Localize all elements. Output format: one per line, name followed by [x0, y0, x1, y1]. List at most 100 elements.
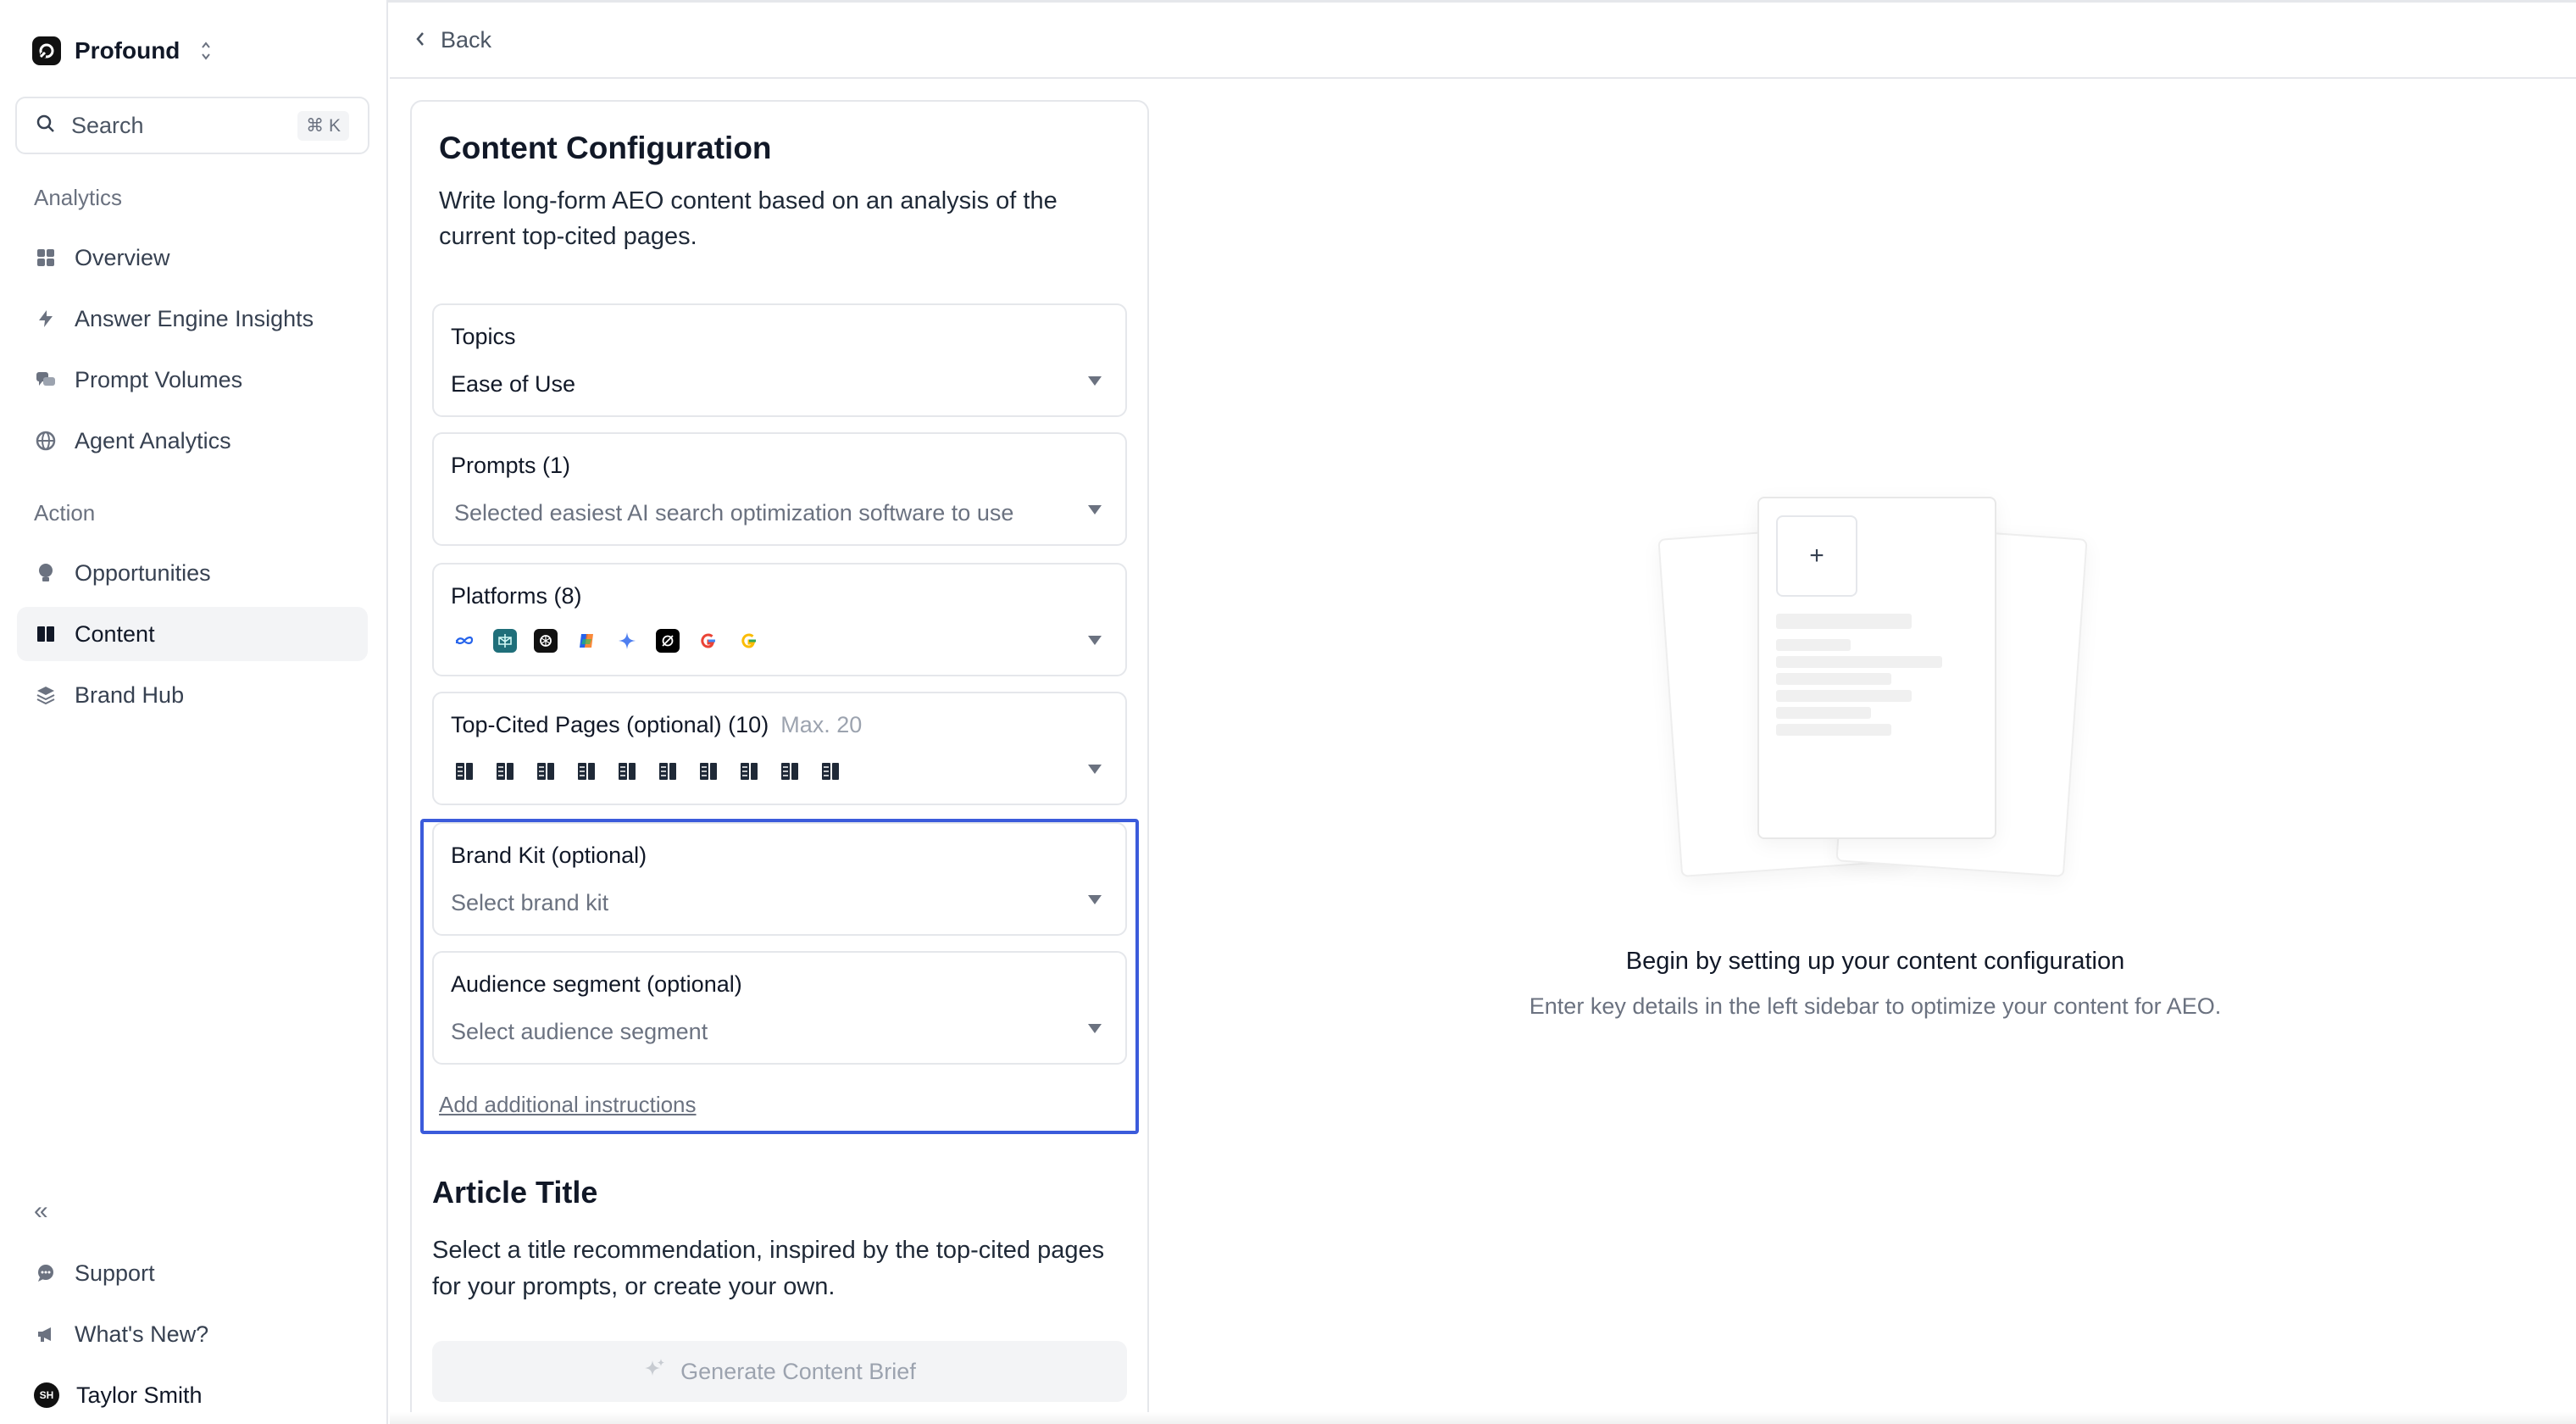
user-name: Taylor Smith — [76, 1382, 203, 1408]
prompts-value: Selected easiest AI search optimization … — [454, 500, 1014, 526]
max-hint: Max. 20 — [780, 712, 863, 737]
web-page-icon — [452, 759, 476, 783]
placeholder-line — [1776, 614, 1912, 629]
audience-segment-placeholder: Select audience segment — [451, 1019, 708, 1044]
globe-icon — [34, 429, 58, 453]
placeholder-line — [1776, 690, 1912, 702]
add-instructions-link[interactable]: Add additional instructions — [439, 1092, 697, 1118]
caret-down-icon — [1088, 505, 1102, 515]
placeholder-line — [1776, 656, 1942, 668]
content-configuration-panel: Content Configuration Write long-form AE… — [410, 100, 1149, 1424]
web-page-icon — [615, 759, 639, 783]
platforms-label: Platforms (8) — [451, 583, 582, 609]
placeholder-line — [1776, 724, 1891, 736]
paper-front: + — [1757, 497, 1996, 839]
book-icon — [34, 622, 58, 646]
google-ai-mode-icon — [737, 629, 761, 653]
nav-label: Answer Engine Insights — [75, 305, 314, 331]
back-label: Back — [441, 26, 492, 53]
caret-down-icon — [1088, 895, 1102, 904]
page-icons — [452, 759, 842, 783]
nav-label: Opportunities — [75, 559, 211, 586]
web-page-icon — [737, 759, 761, 783]
section-action: Action — [34, 500, 96, 526]
plus-icon: + — [1776, 515, 1857, 597]
workspace-name: Profound — [75, 37, 180, 64]
topics-select[interactable]: Topics Ease of Use — [432, 303, 1127, 417]
search-icon — [36, 114, 56, 138]
nav-item-overview[interactable]: Overview — [17, 231, 368, 285]
perplexity-icon — [493, 629, 517, 653]
caret-down-icon — [1088, 1024, 1102, 1033]
search-shortcut: ⌘ K — [297, 110, 349, 141]
megaphone-icon — [34, 1322, 58, 1346]
platforms-select[interactable]: Platforms (8) — [432, 563, 1127, 676]
section-analytics: Analytics — [34, 185, 123, 210]
nav-item-agent-analytics[interactable]: Agent Analytics — [17, 414, 368, 468]
sidebar: Profound Search ⌘ K Analytics Overview A… — [0, 0, 388, 1424]
top-bar: Back — [390, 3, 2576, 79]
empty-state-illustration: + — [1657, 497, 2088, 877]
nav-label: Prompt Volumes — [75, 366, 243, 392]
placeholder-line — [1776, 639, 1851, 651]
panel-title: Content Configuration — [439, 131, 772, 165]
user-menu[interactable]: SH Taylor Smith — [17, 1368, 368, 1422]
nav-item-opportunities[interactable]: Opportunities — [17, 546, 368, 600]
profound-logo-icon — [32, 36, 61, 65]
avatar: SH — [34, 1382, 59, 1408]
collapse-sidebar-icon[interactable]: « — [34, 1197, 48, 1226]
prompts-label: Prompts (1) — [451, 453, 571, 478]
brand-kit-select[interactable]: Brand Kit (optional) Select brand kit — [432, 822, 1127, 936]
audience-segment-label: Audience segment (optional) — [451, 971, 742, 997]
copilot-icon — [575, 629, 598, 653]
pages-label-text: Top-Cited Pages (optional) (10) — [451, 712, 769, 737]
web-page-icon — [656, 759, 680, 783]
workspace-switcher[interactable]: Profound — [32, 32, 212, 70]
empty-state-title: Begin by setting up your content configu… — [1625, 948, 2125, 975]
chevron-up-down-icon — [200, 40, 212, 62]
nav-item-support[interactable]: Support — [17, 1246, 368, 1300]
chatgpt-icon — [534, 629, 558, 653]
nav-label: Agent Analytics — [75, 427, 231, 453]
top-cited-pages-label: Top-Cited Pages (optional) (10) Max. 20 — [451, 712, 862, 738]
chevron-left-icon — [415, 27, 425, 53]
caret-down-icon — [1088, 376, 1102, 386]
placeholder-line — [1776, 707, 1871, 719]
nav-label: Content — [75, 620, 155, 647]
top-cited-pages-select[interactable]: Top-Cited Pages (optional) (10) Max. 20 — [432, 692, 1127, 805]
lightning-icon — [34, 307, 58, 331]
topics-value: Ease of Use — [451, 371, 576, 397]
brand-kit-label: Brand Kit (optional) — [451, 843, 647, 868]
article-title-heading: Article Title — [432, 1175, 598, 1210]
caret-down-icon — [1088, 765, 1102, 774]
placeholder-line — [1776, 673, 1891, 685]
brand-kit-placeholder: Select brand kit — [451, 890, 609, 915]
grok-icon — [656, 629, 680, 653]
nav-item-whats-new[interactable]: What's New? — [17, 1307, 368, 1361]
nav-item-prompt-volumes[interactable]: Prompt Volumes — [17, 353, 368, 407]
gemini-icon — [615, 629, 639, 653]
lightbulb-icon — [34, 561, 58, 585]
back-button[interactable]: Back — [415, 27, 491, 53]
nav-label: Overview — [75, 244, 170, 270]
panel-description: Write long-form AEO content based on an … — [439, 187, 1058, 250]
prompts-select[interactable]: Prompts (1) Selected easiest AI search o… — [432, 432, 1127, 546]
search-label: Search — [71, 112, 144, 138]
caret-down-icon — [1088, 636, 1102, 645]
google-icon — [697, 629, 720, 653]
nav-label: What's New? — [75, 1321, 209, 1347]
web-page-icon — [697, 759, 720, 783]
search-button[interactable]: Search ⌘ K — [15, 97, 369, 154]
layers-icon — [34, 683, 58, 707]
audience-segment-select[interactable]: Audience segment (optional) Select audie… — [432, 951, 1127, 1065]
grid-icon — [34, 246, 58, 270]
meta-ai-icon — [452, 629, 476, 653]
nav-item-brand-hub[interactable]: Brand Hub — [17, 668, 368, 722]
generate-content-brief-button[interactable]: Generate Content Brief — [432, 1341, 1127, 1402]
web-page-icon — [778, 759, 802, 783]
nav-item-content[interactable]: Content — [17, 607, 368, 661]
nav-item-answer-engine-insights[interactable]: Answer Engine Insights — [17, 292, 368, 346]
topics-label: Topics — [451, 324, 516, 349]
web-page-icon — [534, 759, 558, 783]
article-title-description: Select a title recommendation, inspired … — [432, 1237, 1105, 1300]
